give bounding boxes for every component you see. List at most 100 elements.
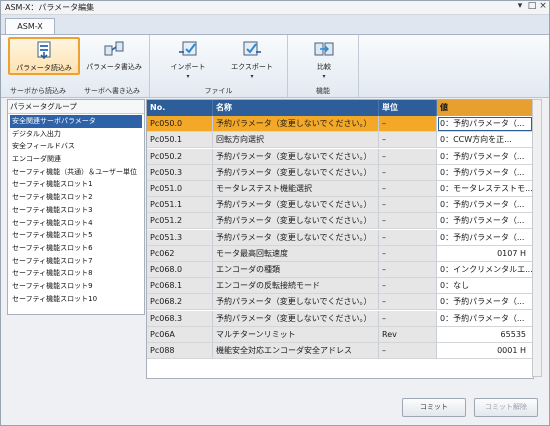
table-row[interactable]: Pc050.0 予約パラメータ（変更しないでください。） –0：予約パラメータ（..… bbox=[147, 116, 533, 133]
write-parameters-icon bbox=[104, 41, 124, 56]
read-parameters-label: パラメータ読込み bbox=[16, 64, 72, 72]
cell-unit: – bbox=[379, 132, 437, 149]
cell-unit: – bbox=[379, 278, 437, 295]
cell-unit: – bbox=[379, 262, 437, 278]
cell-unit: – bbox=[379, 148, 437, 165]
export-dropdown-icon[interactable]: ▾ bbox=[221, 73, 283, 80]
cell-no: Pc050.3 bbox=[147, 164, 213, 181]
cell-value[interactable]: 0：予約パラメータ（... bbox=[437, 197, 533, 214]
table-row[interactable]: Pc050.2 予約パラメータ（変更しないでください。） –0：予約パラメータ（..… bbox=[147, 148, 533, 165]
ribbon: パラメータ読込み パラメータ書込み サーボから読込み サーボへ書き込み インポー… bbox=[1, 34, 549, 98]
cell-value[interactable]: 0：モータレステストモ... bbox=[437, 181, 533, 197]
cell-unit: – bbox=[379, 229, 437, 246]
compare-label: 比較 bbox=[317, 63, 331, 71]
table-row[interactable]: Pc068.1 エンコーダの反転接続モード –0：なし bbox=[147, 278, 533, 295]
sidebar-item[interactable]: セーフティ機能（共通）＆ユーザー単位 bbox=[8, 166, 144, 179]
window-title: ASM-X：パラメータ編集 bbox=[5, 3, 95, 12]
sidebar-item[interactable]: セーフティ機能スロット4 bbox=[8, 217, 144, 230]
cell-unit: – bbox=[379, 197, 437, 214]
column-header-value[interactable]: 値 bbox=[437, 100, 533, 116]
group-label-file: ファイル bbox=[204, 87, 233, 95]
cell-name: 予約パラメータ（変更しないでください。） bbox=[213, 148, 379, 165]
cell-value[interactable]: 0：予約パラメータ（... bbox=[437, 310, 533, 327]
group-label-servo-read: サーボから読込み bbox=[10, 87, 66, 95]
import-dropdown-icon[interactable]: ▾ bbox=[159, 73, 217, 80]
sidebar-item[interactable]: セーフティ機能スロット9 bbox=[8, 280, 144, 293]
sidebar-item[interactable]: セーフティ機能スロット8 bbox=[8, 267, 144, 280]
pin-icon[interactable]: ▾ bbox=[515, 1, 525, 11]
read-parameters-button[interactable]: パラメータ読込み bbox=[8, 37, 80, 75]
cell-name: エンコーダの種類 bbox=[213, 262, 379, 278]
cell-unit: – bbox=[379, 294, 437, 311]
sidebar-item[interactable]: セーフティ機能スロット6 bbox=[8, 242, 144, 255]
cell-value[interactable]: 0：予約パラメータ（... bbox=[437, 229, 533, 246]
ribbon-group-function: 比較 ▾ 機能 bbox=[288, 35, 359, 97]
column-header-no[interactable]: No. bbox=[147, 100, 213, 116]
cell-value[interactable]: 0001 H bbox=[437, 343, 533, 359]
cell-no: Pc068.1 bbox=[147, 278, 213, 295]
parameter-group-panel: パラメータグループ 安全関連サーボパラメータ デジタル入出力 安全フィールドバス エン… bbox=[7, 99, 145, 315]
export-button[interactable]: エクスポート ▾ bbox=[220, 37, 284, 80]
compare-button[interactable]: 比較 ▾ bbox=[294, 37, 354, 80]
close-icon[interactable]: × bbox=[538, 1, 548, 11]
sidebar-item[interactable]: セーフティ機能スロット7 bbox=[8, 255, 144, 268]
column-header-unit[interactable]: 単位 bbox=[379, 100, 437, 116]
cell-value[interactable]: 0：CCW方向を正... bbox=[437, 132, 533, 149]
vertical-scrollbar[interactable] bbox=[532, 99, 542, 377]
cell-no: Pc068.0 bbox=[147, 262, 213, 278]
cell-value[interactable]: 0107 H bbox=[437, 245, 533, 262]
sidebar-item[interactable]: 安全フィールドバス bbox=[8, 140, 144, 153]
sidebar-item[interactable]: エンコーダ関連 bbox=[8, 153, 144, 166]
cell-name: 予約パラメータ（変更しないでください。） bbox=[213, 229, 379, 246]
cell-name: 予約パラメータ（変更しないでください。） bbox=[213, 310, 379, 327]
compare-icon bbox=[314, 42, 334, 56]
commit-button[interactable]: コミット bbox=[402, 398, 466, 417]
table-row[interactable]: Pc051.3 予約パラメータ（変更しないでください。） –0：予約パラメータ（..… bbox=[147, 229, 533, 246]
cell-value[interactable]: 0：予約パラメータ（... bbox=[437, 116, 533, 133]
tab-strip: ASM-X bbox=[1, 15, 549, 35]
table-row[interactable]: Pc068.0 エンコーダの種類 –0：インクリメンタルエ... bbox=[147, 262, 533, 278]
cell-value[interactable]: 0：予約パラメータ（... bbox=[437, 164, 533, 181]
table-row[interactable]: Pc051.0 モータレステスト機能選択 –0：モータレステストモ... bbox=[147, 181, 533, 197]
cell-name: 予約パラメータ（変更しないでください。） bbox=[213, 294, 379, 311]
cell-value[interactable]: 0：インクリメンタルエ... bbox=[437, 262, 533, 278]
sidebar-item[interactable]: セーフティ機能スロット10 bbox=[8, 293, 144, 306]
table-row[interactable]: Pc051.1 予約パラメータ（変更しないでください。） –0：予約パラメータ（..… bbox=[147, 197, 533, 214]
tab-asm-x[interactable]: ASM-X bbox=[5, 18, 55, 35]
sidebar-item[interactable]: セーフティ機能スロット5 bbox=[8, 229, 144, 242]
group-label-function: 機能 bbox=[316, 87, 330, 95]
table-row[interactable]: Pc050.1 回転方向選択 –0：CCW方向を正... bbox=[147, 132, 533, 149]
maximize-icon[interactable]: □ bbox=[527, 1, 537, 11]
cell-value[interactable]: 0：予約パラメータ（... bbox=[437, 148, 533, 165]
table-row[interactable]: Pc068.3 予約パラメータ（変更しないでください。） –0：予約パラメータ（..… bbox=[147, 310, 533, 327]
cell-name: 予約パラメータ（変更しないでください。） bbox=[213, 164, 379, 181]
export-label: エクスポート bbox=[231, 63, 273, 71]
cell-value[interactable]: 0：予約パラメータ（... bbox=[437, 294, 533, 311]
table-row[interactable]: Pc062 モータ最高回転速度 –0107 H bbox=[147, 245, 533, 262]
cell-no: Pc068.2 bbox=[147, 294, 213, 311]
cell-value[interactable]: 0：なし bbox=[437, 278, 533, 295]
compare-dropdown-icon[interactable]: ▾ bbox=[295, 73, 353, 80]
table-row[interactable]: Pc068.2 予約パラメータ（変更しないでください。） –0：予約パラメータ（..… bbox=[147, 294, 533, 311]
cell-value[interactable]: 0：予約パラメータ（... bbox=[437, 213, 533, 230]
cell-unit: – bbox=[379, 181, 437, 197]
table-row[interactable]: Pc088 機能安全対応エンコーダ安全アドレス –0001 H bbox=[147, 343, 533, 359]
table-row[interactable]: Pc06A マルチターンリミット Rev 65535 bbox=[147, 326, 533, 343]
cell-no: Pc088 bbox=[147, 343, 213, 359]
sidebar-item[interactable]: セーフティ機能スロット3 bbox=[8, 204, 144, 217]
column-header-name[interactable]: 名称 bbox=[213, 100, 379, 116]
cell-value[interactable]: 65535 bbox=[437, 326, 533, 343]
sidebar-item[interactable]: デジタル入出力 bbox=[8, 128, 144, 141]
import-button[interactable]: インポート ▾ bbox=[158, 37, 218, 80]
sidebar-item[interactable]: セーフティ機能スロット1 bbox=[8, 178, 144, 191]
cell-no: Pc050.1 bbox=[147, 132, 213, 149]
import-icon bbox=[179, 41, 197, 56]
write-parameters-button[interactable]: パラメータ書込み bbox=[80, 37, 148, 73]
sidebar-item[interactable]: セーフティ機能スロット2 bbox=[8, 191, 144, 204]
table-row[interactable]: Pc050.3 予約パラメータ（変更しないでください。） –0：予約パラメータ（..… bbox=[147, 164, 533, 181]
table-row[interactable]: Pc051.2 予約パラメータ（変更しないでください。） –0：予約パラメータ（..… bbox=[147, 213, 533, 230]
sidebar-item[interactable]: 安全関連サーボパラメータ bbox=[10, 115, 142, 128]
cell-name: マルチターンリミット bbox=[213, 326, 379, 343]
cell-unit: – bbox=[379, 310, 437, 327]
uncommit-button[interactable]: コミット解除 bbox=[474, 398, 538, 417]
